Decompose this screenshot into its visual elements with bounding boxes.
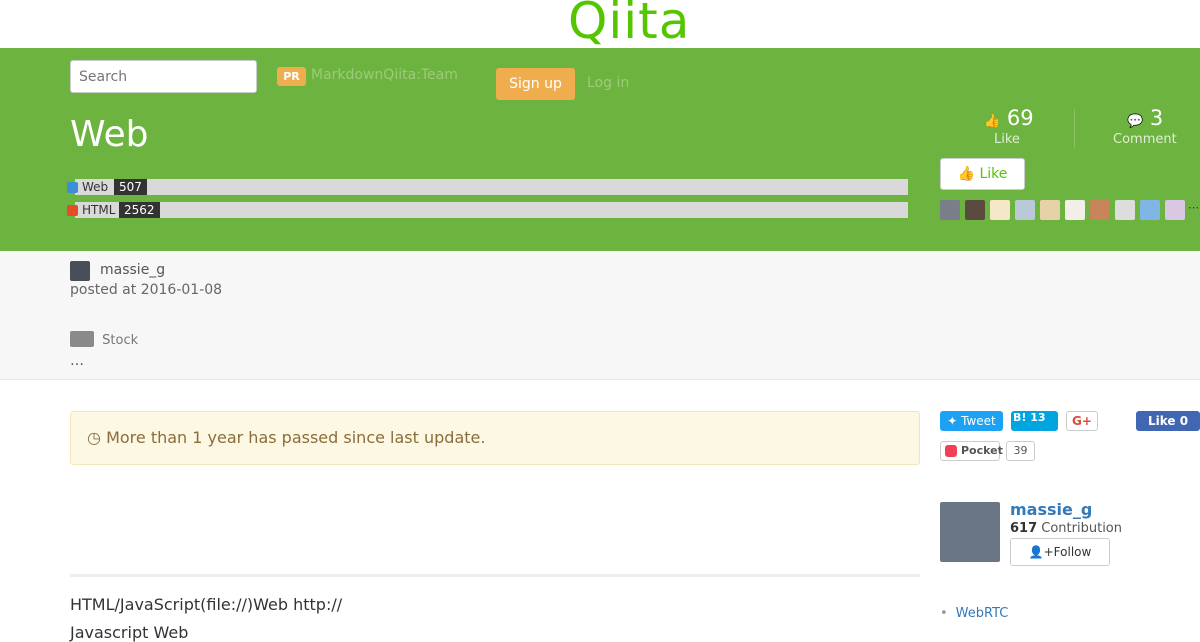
html5-icon (67, 205, 78, 216)
tweet-button[interactable]: ✦ Tweet (940, 411, 1003, 431)
liker-avatar[interactable] (1115, 200, 1135, 220)
author-card-name[interactable]: massie_g (1010, 500, 1092, 519)
tag-name[interactable]: Web (82, 179, 108, 195)
twitter-icon: ✦ (947, 414, 958, 428)
google-plus-button[interactable]: G+ (1066, 411, 1098, 431)
liker-avatar[interactable] (940, 200, 960, 220)
top-bar: Qiita (0, 0, 1200, 50)
clock-icon: ◷ (87, 428, 101, 447)
article-body-line: Javascript Web (70, 623, 189, 642)
liker-avatar[interactable] (1015, 200, 1035, 220)
comment-icon: 💬 (1127, 114, 1144, 129)
liker-avatar[interactable] (1065, 200, 1085, 220)
add-user-icon: 👤+ (1028, 545, 1054, 559)
follow-button[interactable]: 👤+Follow (1010, 538, 1110, 566)
liker-avatar[interactable] (990, 200, 1010, 220)
article-meta: massie_g posted at 2016-01-08 Stock … (0, 251, 1200, 380)
comments-label: Comment (1113, 132, 1177, 147)
hatena-bookmark-button[interactable]: B! 13 (1011, 411, 1058, 431)
sidebar-link[interactable]: • WebRTC (940, 606, 1008, 621)
tag-count: 2562 (119, 202, 160, 218)
globe-icon (67, 182, 78, 193)
tag-count: 507 (114, 179, 147, 195)
stats-divider (1074, 109, 1075, 148)
bullet-icon: • (940, 606, 948, 621)
tag-bar (75, 202, 908, 218)
update-alert: ◷ More than 1 year has passed since last… (70, 411, 920, 465)
tag-html[interactable]: HTML 2562 (67, 202, 908, 218)
tag-name[interactable]: HTML (82, 202, 115, 218)
author-card-avatar[interactable] (940, 502, 1000, 562)
more-likers-icon[interactable]: ⋯ (1188, 200, 1200, 220)
thumbs-up-icon: 👍 (984, 114, 1001, 129)
liker-avatar[interactable] (1040, 200, 1060, 220)
folder-icon (70, 331, 94, 347)
liker-avatar[interactable] (1090, 200, 1110, 220)
qiita-logo[interactable]: Qiita (568, 0, 690, 50)
article-header: PR MarkdownQiita:Team Sign up Log in Web… (0, 48, 1200, 251)
article-body-line: HTML/JavaScript(file://)Web http:// (70, 595, 343, 614)
contribution-stat: 617 Contribution (1010, 521, 1122, 536)
pocket-button[interactable]: Pocket (940, 441, 1003, 461)
pocket-count: 39 (1006, 441, 1035, 461)
article-title: Web (70, 114, 149, 155)
tag-web[interactable]: Web 507 (67, 179, 908, 195)
likes-label: Like (994, 132, 1020, 147)
search-input[interactable] (70, 60, 257, 93)
content-divider (70, 574, 920, 577)
stock-button[interactable]: Stock (70, 331, 138, 348)
liker-avatar[interactable] (1165, 200, 1185, 220)
posted-date: posted at 2016-01-08 (70, 282, 223, 298)
likes-count: 👍 69 (984, 106, 1034, 130)
liker-avatar[interactable] (965, 200, 985, 220)
author-name[interactable]: massie_g (100, 262, 165, 278)
pocket-icon (945, 445, 957, 457)
liker-avatar[interactable] (1140, 200, 1160, 220)
like-button[interactable]: 👍 Like (940, 158, 1025, 190)
tag-bar (75, 179, 908, 195)
pr-badge: PR (277, 67, 306, 86)
comments-count[interactable]: 💬 3 (1127, 106, 1163, 130)
pr-link[interactable]: MarkdownQiita:Team (311, 67, 458, 83)
signup-button[interactable]: Sign up (496, 68, 575, 100)
facebook-like-button[interactable]: Like 0 (1136, 411, 1200, 431)
more-menu-button[interactable]: … (70, 353, 84, 369)
thumbs-up-icon: 👍 (957, 166, 976, 182)
author-avatar[interactable] (70, 261, 90, 281)
login-link[interactable]: Log in (587, 75, 629, 91)
